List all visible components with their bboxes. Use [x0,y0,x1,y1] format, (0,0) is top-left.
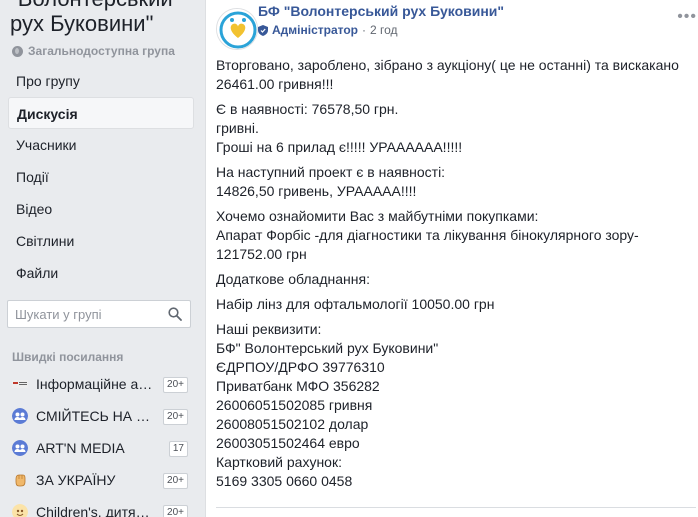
post-timestamp[interactable]: 2 год [370,23,398,37]
search-icon[interactable] [168,307,182,321]
post-text-line: Апарат Форбіс -для діагностики та лікува… [216,227,639,243]
shortcut-item[interactable]: ART'N MEDIA 17 [8,432,192,464]
shortcut-count-badge: 20+ [163,409,188,425]
post-text-line: Гроші на 6 прилад є!!!!! УРАААААА!!!!! [216,139,463,155]
post-text-line: 5169 3305 0660 0458 [216,473,353,489]
post-text-line: Є в наявності: 76578,50 грн. [216,101,399,117]
group-privacy: Загальнодоступна група [12,44,175,58]
post-paragraph: Набір лінз для офтальмології 10050.00 гр… [216,295,696,314]
post-text-line: 26006051502085 гривня [216,397,373,413]
post-meta: Адміністратор · 2 год [258,23,398,37]
post-text-line: 26003051502464 евро [216,435,360,451]
nav-item-about[interactable]: Про групу [8,65,194,97]
post-text-line: 26008051502102 долар [216,416,369,432]
children-icon [12,504,28,517]
post-paragraph: Хочемо ознайомити Вас з майбутніми покуп… [216,207,696,264]
post-text-line: Вторговано, зароблено, зібрано з аукціон… [216,57,679,73]
group-privacy-label: Загальнодоступна група [28,44,175,58]
shortcut-label: Інформаційне аге... [36,376,156,392]
shortcut-item[interactable]: СМІЙТЕСЬ НА ЗД... 20+ [8,400,192,432]
post-text-line: 26461.00 гривня!!! [216,76,334,92]
shortcut-label: ЗА УКРАЇНУ [36,472,116,488]
post-body: Вторговано, зароблено, зібрано з аукціон… [216,56,696,497]
shortcut-item[interactable]: Children's. дитячи... 20+ [8,496,192,517]
shortcut-label: СМІЙТЕСЬ НА ЗД... [36,408,156,424]
post-paragraph: Є в наявності: 76578,50 грн. гривні. Гроші… [216,100,696,157]
post-text-line: 14826,50 гривень, УРААААА!!!! [216,183,417,199]
shortcut-label: Children's. дитячи... [36,504,156,517]
post-card: БФ "Волонтерський рух Буковини" Адмініст… [205,0,698,517]
shortcut-count-badge: 20+ [163,473,188,489]
nav-item-photos[interactable]: Світлини [8,225,194,257]
post-text-line: Додаткове обладнання: [216,271,370,287]
author-role[interactable]: Адміністратор [272,23,358,37]
post-text-line: 121752.00 грн [216,246,307,262]
post-paragraph: Наші реквизити: БФ" Волонтерський рух Бук… [216,320,696,491]
nav-item-files[interactable]: Файли [8,257,194,289]
search-input[interactable] [8,306,158,322]
shortcut-label: ART'N MEDIA [36,440,125,456]
post-text-line: Хочемо ознайомити Вас з майбутніми покуп… [216,208,539,224]
post-paragraph: Вторговано, зароблено, зібрано з аукціон… [216,56,696,94]
shortcut-count-badge: 17 [168,441,188,457]
group-title[interactable]: "Волонтерський рух Буковини" [10,0,200,36]
post-paragraph: Додаткове обладнання: [216,270,696,289]
nav-item-videos[interactable]: Відео [8,193,194,225]
group-nav: Про групу Дискусія Учасники Події Відео … [8,65,194,289]
meta-separator: · [362,23,367,37]
shortcut-item[interactable]: Інформаційне аге... 20+ [8,368,192,400]
post-text-line: БФ" Волонтерський рух Буковини" [216,340,439,356]
post-text-line: Наші реквизити: [216,321,322,337]
group-icon [12,440,28,456]
author-avatar[interactable] [216,8,258,50]
news-icon [12,380,28,388]
admin-shield-icon [258,24,268,36]
shortcut-item[interactable]: ЗА УКРАЇНУ 20+ [8,464,192,496]
shortcut-count-badge: 20+ [163,505,188,517]
post-text-line: гривні. [216,120,259,136]
globe-icon [12,45,23,57]
shortcuts-heading: Швидкі посилання [12,350,124,364]
shortcut-count-badge: 20+ [163,377,188,393]
post-text-line: ЄДРПОУ/ДРФО 39776310 [216,359,385,375]
post-divider [216,507,696,508]
left-sidebar: "Волонтерський рух Буковини" Загальнодос… [0,0,200,517]
post-text-line: Набір лінз для офтальмології 10050.00 гр… [216,296,495,312]
group-search [7,300,191,328]
group-icon [12,408,28,424]
post-author[interactable]: БФ "Волонтерський рух Буковини" [258,3,504,19]
fist-icon [15,474,26,487]
post-text-line: На наступний проект є в наявності: [216,164,446,180]
post-text-line: Картковий рахунок: [216,454,342,470]
post-header [216,8,258,50]
more-options-icon[interactable]: ••• [677,8,697,26]
page: "Волонтерський рух Буковини" Загальнодос… [0,0,698,517]
nav-item-events[interactable]: Події [8,161,194,193]
logo-icon [217,9,257,49]
post-text-line: Приватбанк МФО 356282 [216,378,380,394]
nav-item-members[interactable]: Учасники [8,129,194,161]
nav-item-discussion[interactable]: Дискусія [8,97,194,129]
post-paragraph: На наступний проект є в наявності: 14826,… [216,163,696,201]
shortcuts-list: Інформаційне аге... 20+ СМІЙТЕСЬ НА ЗД..… [8,368,192,517]
